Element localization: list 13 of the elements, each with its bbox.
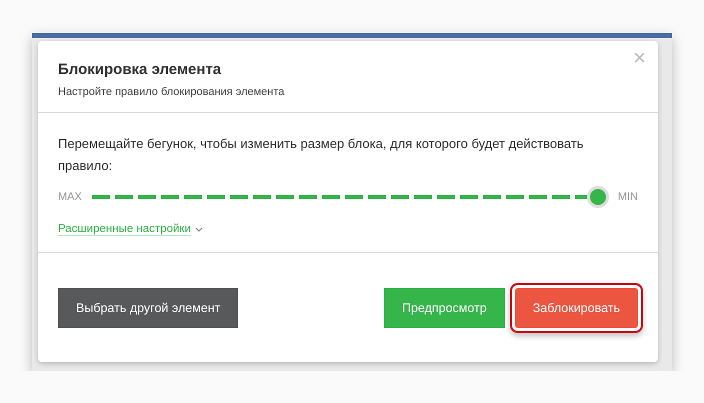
instruction-text: Перемещайте бегунок, чтобы изменить размер блока, для которого будет действовать правило: (58, 135, 585, 175)
size-slider[interactable] (90, 185, 610, 209)
slider-max-label: MIN (618, 191, 638, 203)
slider-thumb[interactable] (586, 186, 609, 208)
dialog-title: Блокировка элемента (58, 61, 222, 78)
close-button[interactable]: × (633, 47, 646, 69)
slider-min-label: MAX (58, 191, 82, 203)
block-button[interactable]: Заблокировать (514, 288, 638, 328)
advanced-settings-link[interactable]: Расширенные настройки (58, 223, 191, 236)
choose-element-button[interactable]: Выбрать другой элемент (58, 288, 238, 328)
dialog-subtitle: Настройте правило блокирования элемента (58, 86, 286, 98)
chevron-down-icon (194, 226, 203, 232)
preview-button[interactable]: Предпросмотр (384, 288, 505, 328)
